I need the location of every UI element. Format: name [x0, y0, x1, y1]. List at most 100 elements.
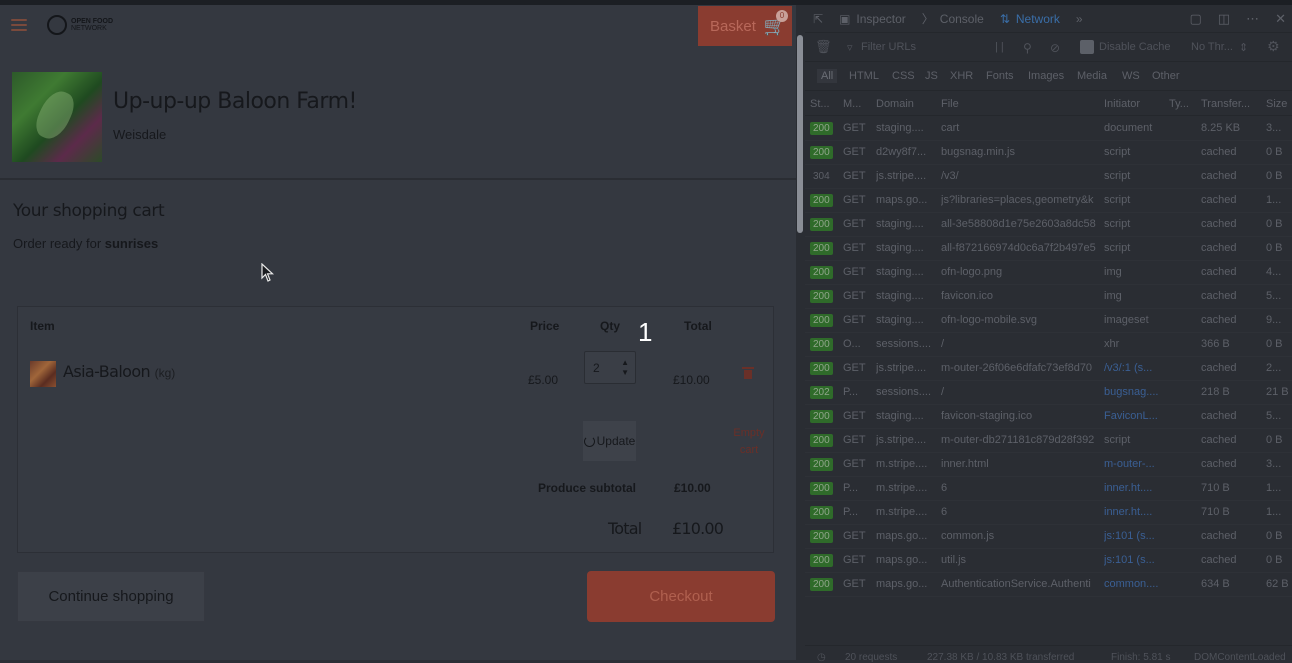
search-icon[interactable]: ⚲	[1023, 41, 1032, 55]
request-row[interactable]: 200 P... m.stripe.... 6 inner.ht.... 710 B 1..…	[805, 477, 1292, 501]
throttle-chevron-icon: ⇕	[1239, 42, 1249, 54]
type-fonts[interactable]: Fonts	[982, 69, 1018, 83]
request-domain: sessions....	[876, 338, 932, 350]
column-domain[interactable]: Domain	[876, 98, 936, 110]
request-row[interactable]: 200 GET staging.... favicon.ico img cached 5..…	[805, 285, 1292, 309]
pause-icon[interactable]: | |	[995, 41, 1004, 53]
scrollbar-thumb[interactable]	[797, 35, 803, 233]
request-initiator[interactable]: FaviconL...	[1104, 410, 1166, 422]
request-domain: sessions....	[876, 386, 932, 398]
block-icon[interactable]: ⊘	[1050, 41, 1060, 55]
farm-name[interactable]: Up-up-up Baloon Farm!	[113, 89, 357, 114]
request-row[interactable]: 200 GET js.stripe.... m-outer-26f06e6dfafc7…	[805, 357, 1292, 381]
request-initiator[interactable]: inner.ht....	[1104, 482, 1166, 494]
column-transferred[interactable]: Transfer...	[1201, 98, 1261, 110]
page-scrollbar[interactable]	[796, 5, 805, 660]
request-file: inner.html	[941, 458, 989, 470]
request-list: 200 GET staging.... cart document 8.25 KB 3...…	[805, 117, 1292, 597]
dock-icon[interactable]: ◫	[1218, 11, 1230, 27]
column-method[interactable]: M...	[843, 98, 871, 110]
request-status-badge: 200	[810, 314, 833, 327]
request-row[interactable]: 200 O... sessions.... / xhr 366 B 0 B	[805, 333, 1292, 357]
request-size: 62 B	[1266, 578, 1289, 590]
disable-cache-label[interactable]: Disable Cache	[1099, 41, 1171, 53]
more-tabs-icon[interactable]: »	[1068, 5, 1091, 33]
type-xhr[interactable]: XHR	[946, 69, 977, 83]
request-initiator[interactable]: /v3/:1 (s...	[1104, 362, 1166, 374]
request-initiator[interactable]: js:101 (s...	[1104, 530, 1166, 542]
request-file: all-f872166974d0c6a7f2b497e5	[941, 242, 1096, 254]
order-cycle-text: Order ready for sunrises	[13, 236, 158, 251]
column-status[interactable]: St...	[810, 98, 838, 110]
basket-button[interactable]: Basket 🛒 0	[698, 6, 792, 46]
type-all[interactable]: All	[817, 69, 838, 83]
request-row[interactable]: 200 GET m.stripe.... inner.html m-outer-... c…	[805, 453, 1292, 477]
request-row[interactable]: 304 GET js.stripe.... /v3/script cached 0 B	[805, 165, 1292, 189]
type-ws[interactable]: WS	[1118, 69, 1144, 83]
request-domain: js.stripe....	[876, 362, 927, 374]
request-initiator[interactable]: bugsnag....	[1104, 386, 1166, 398]
stepper-arrows-icon[interactable]: ▲ ▼	[621, 358, 629, 378]
request-row[interactable]: 200 GET staging.... ofn-logo-mobile.svg imag…	[805, 309, 1292, 333]
request-row[interactable]: 200 GET staging.... all-3e58808d1e75e2603a8…	[805, 213, 1292, 237]
element-picker-icon[interactable]: ⇱	[805, 5, 831, 33]
tab-inspector[interactable]: ▣ Inspector	[831, 5, 914, 33]
type-other[interactable]: Other	[1148, 69, 1184, 83]
gear-icon[interactable]: ⚙	[1267, 38, 1280, 55]
trash-icon[interactable]	[742, 367, 754, 380]
request-initiator[interactable]: m-outer-...	[1104, 458, 1166, 470]
request-row[interactable]: 202 P... sessions.... / bugsnag.... 218 B 21 B	[805, 381, 1292, 405]
request-row[interactable]: 200 GET maps.go... util.js js:101 (s... cache…	[805, 549, 1292, 573]
empty-cart-link[interactable]: Empty cart	[728, 425, 770, 459]
close-icon[interactable]: ✕	[1275, 11, 1286, 27]
clear-requests-icon[interactable]: 🗑	[815, 39, 832, 55]
request-row[interactable]: 200 GET staging.... ofn-logo.png img cached 4.…	[805, 261, 1292, 285]
request-initiator[interactable]: js:101 (s...	[1104, 554, 1166, 566]
tab-network[interactable]: ⇅ Network	[992, 5, 1068, 33]
filter-urls-input[interactable]: Filter URLs	[861, 41, 916, 53]
request-row[interactable]: 200 GET maps.go... common.js js:101 (s... cac…	[805, 525, 1292, 549]
request-initiator[interactable]: common....	[1104, 578, 1166, 590]
request-domain: m.stripe....	[876, 506, 928, 518]
column-size[interactable]: Size	[1266, 98, 1292, 110]
request-status-badge: 200	[810, 434, 833, 447]
menu-icon[interactable]	[11, 19, 27, 31]
type-media[interactable]: Media	[1073, 69, 1111, 83]
tab-inspector-label: Inspector	[856, 11, 906, 26]
type-images[interactable]: Images	[1024, 69, 1068, 83]
continue-shopping-button[interactable]: Continue shopping	[17, 571, 205, 622]
request-row[interactable]: 200 GET js.stripe.... m-outer-db271181c879d…	[805, 429, 1292, 453]
request-row[interactable]: 200 GET maps.go... js?libraries=places,geom…	[805, 189, 1292, 213]
column-type[interactable]: Ty...	[1169, 98, 1197, 110]
checkout-button[interactable]: Checkout	[587, 571, 775, 622]
type-js[interactable]: JS	[921, 69, 942, 83]
request-file: 6	[941, 506, 948, 518]
ofn-logo[interactable]: OPEN FOOD NETWORK	[47, 13, 127, 37]
type-css[interactable]: CSS	[888, 69, 919, 83]
request-size: 0 B	[1266, 434, 1283, 446]
request-initiator: script	[1104, 242, 1131, 254]
request-row[interactable]: 200 GET staging.... cart document 8.25 KB 3...	[805, 117, 1292, 141]
request-transferred: cached	[1201, 194, 1237, 206]
request-initiator[interactable]: inner.ht....	[1104, 506, 1166, 518]
request-row[interactable]: 200 GET staging.... all-f872166974d0c6a7f2b…	[805, 237, 1292, 261]
responsive-mode-icon[interactable]: ▢	[1190, 11, 1202, 27]
request-row[interactable]: 200 GET staging.... favicon-staging.ico Favi…	[805, 405, 1292, 429]
column-file[interactable]: File	[941, 98, 1101, 110]
type-html[interactable]: HTML	[845, 69, 883, 83]
request-method: GET	[843, 122, 866, 134]
tab-console[interactable]: 〉 Console	[914, 5, 992, 33]
disable-cache-checkbox[interactable]	[1080, 40, 1094, 54]
request-row[interactable]: 200 GET maps.go... AuthenticationService.Au…	[805, 573, 1292, 597]
update-button[interactable]: Update	[583, 421, 636, 461]
request-domain: js.stripe....	[876, 170, 927, 182]
quantity-stepper[interactable]: 2 ▲ ▼	[584, 351, 636, 384]
logo-text-top: OPEN FOOD	[71, 18, 114, 25]
throttle-select[interactable]: No Thr...	[1191, 41, 1233, 53]
request-row[interactable]: 200 GET d2wy8f7... bugsnag.min.js script cach…	[805, 141, 1292, 165]
more-options-icon[interactable]: ⋯	[1246, 11, 1259, 27]
column-initiator[interactable]: Initiator	[1104, 98, 1166, 110]
request-row[interactable]: 200 P... m.stripe.... 6 inner.ht.... 710 B 1..…	[805, 501, 1292, 525]
request-size: 0 B	[1266, 554, 1283, 566]
summary-requests: 20 requests	[845, 652, 898, 663]
